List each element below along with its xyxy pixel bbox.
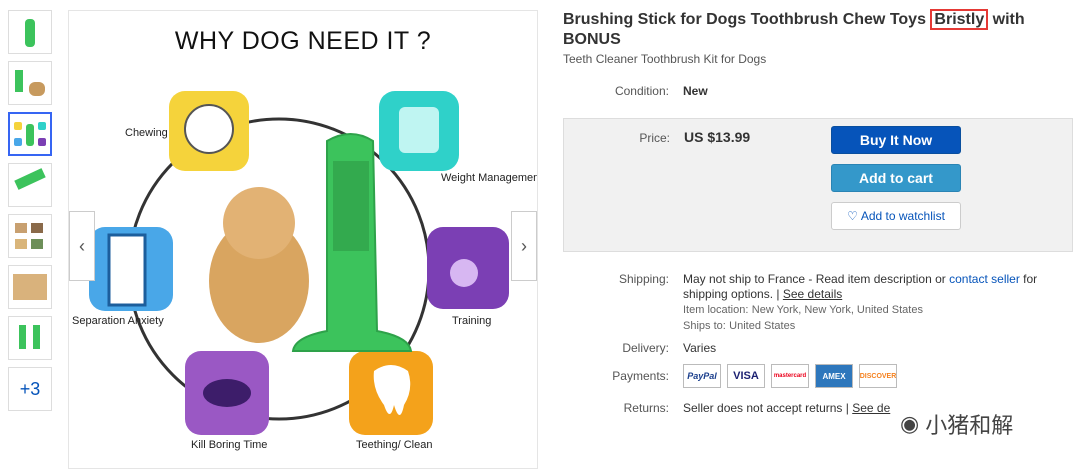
infographic [89,91,509,435]
price-value: US $13.99 [684,129,751,145]
next-image-button[interactable]: › [511,211,537,281]
watchlist-label: Add to watchlist [860,209,945,223]
prev-image-button[interactable]: ‹ [69,211,95,281]
main-product-image: WHY DOG NEED IT ? Chewing Weight Managem… [68,10,538,469]
visa-logo: VISA [727,364,765,388]
ships-to-label: Ships to: [683,320,726,332]
feature-training: Training [452,315,492,327]
price-label: Price: [639,131,670,145]
shipping-options-text: shipping options. | [683,287,780,301]
payments-label: Payments: [612,369,669,383]
shipping-value: May not ship to France - Read item descr… [683,272,1063,334]
listing-info: Brushing Stick for Dogs Toothbrush Chew … [563,9,1073,415]
door-icon [107,233,147,307]
mastercard-logo: mastercard [771,364,809,388]
wechat-icon: ◉ [900,411,920,436]
bone-dog-icon [203,379,251,407]
discover-logo: DISCOVER [859,364,897,388]
returns-value: Seller does not accept returns | See de [683,401,890,415]
dog-face-icon [184,104,234,154]
feature-chewing: Chewing [125,127,168,139]
feature-weight: Weight Management [441,172,538,184]
title-part-1: Brushing Stick for Dogs Toothbrush Chew … [563,11,931,28]
heart-icon: ♡ [847,209,858,223]
delivery-label: Delivery: [622,341,669,355]
thumbnail-2[interactable] [8,61,52,105]
condition-label: Condition: [614,84,669,98]
delivery-value: Varies [683,341,717,355]
scale-icon [399,107,439,153]
shipping-label: Shipping: [618,272,669,286]
amex-logo: AMEX [815,364,853,388]
returns-see-details-link[interactable]: See de [852,401,890,415]
add-to-cart-button[interactable]: Add to cart [831,164,961,192]
payment-methods: PayPal VISA mastercard AMEX DISCOVER [683,364,897,388]
chevron-left-icon: ‹ [79,235,85,256]
watermark: ◉ 小猪和解 [900,408,1013,440]
chevron-right-icon: › [521,235,527,256]
thumbnail-5[interactable] [8,214,52,258]
item-location-label: Item location: [683,304,749,316]
listing-title: Brushing Stick for Dogs Toothbrush Chew … [563,9,1073,50]
title-highlight: Bristly [930,9,989,30]
thumbnail-4[interactable] [8,163,52,207]
thumbnail-6[interactable] [8,265,52,309]
thumbnail-3[interactable] [8,112,52,156]
thumbnail-7[interactable] [8,316,52,360]
add-to-watchlist-button[interactable]: ♡ Add to watchlist [831,202,961,230]
puppy-head [223,187,295,259]
buy-it-now-button[interactable]: Buy It Now [831,126,961,154]
see-details-link[interactable]: See details [783,287,842,301]
shipping-text: May not ship to France - Read item descr… [683,272,946,286]
shipping-for: for [1023,272,1038,286]
thumbnail-1[interactable] [8,10,52,54]
feature-separation: Separation Anxiety [72,315,164,327]
ships-to-value: United States [729,320,796,332]
thumbnail-strip: +3 [8,10,54,411]
item-location-value: New York, New York, United States [751,304,923,316]
paypal-logo: PayPal [683,364,721,388]
feature-boring: Kill Boring Time [191,439,268,451]
returns-text: Seller does not accept returns | [683,401,849,415]
dog-silhouette-icon [450,259,478,287]
condition-value: New [683,84,708,98]
more-images-button[interactable]: +3 [8,367,52,411]
feature-teething: Teething/ Clean [356,439,433,451]
returns-label: Returns: [623,401,669,415]
toy-bristles [333,161,369,251]
price-box: Price: US $13.99 [563,118,1073,252]
more-count: +3 [19,378,41,399]
contact-seller-link[interactable]: contact seller [949,272,1020,286]
watermark-text: 小猪和解 [925,413,1014,438]
listing-subtitle: Teeth Cleaner Toothbrush Kit for Dogs [563,52,767,66]
